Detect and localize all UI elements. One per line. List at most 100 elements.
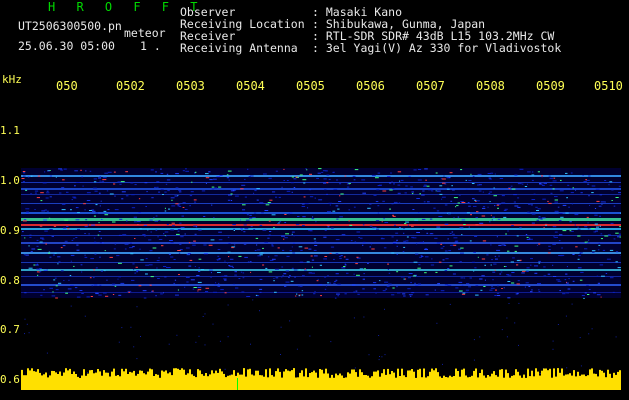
noise-floor-bar (363, 375, 365, 390)
noise-floor-bar (77, 376, 79, 390)
noise-speck (579, 279, 583, 281)
noise-floor-bar (467, 377, 469, 390)
noise-speck (465, 179, 467, 181)
noise-speck (613, 205, 616, 207)
noise-speck (475, 217, 478, 219)
noise-speck (193, 287, 197, 288)
noise-speck (387, 263, 389, 265)
noise-speck (190, 279, 195, 281)
noise-speck (376, 189, 380, 191)
noise-speck (442, 178, 446, 180)
noise-speck (331, 227, 334, 229)
noise-speck (438, 261, 442, 263)
noise-speck (586, 242, 590, 244)
noise-floor-bar (519, 375, 521, 390)
noise-speck (566, 197, 568, 199)
noise-floor-bar (31, 368, 33, 390)
noise-speck (177, 289, 179, 291)
noise-speck (61, 203, 66, 205)
noise-speck (230, 193, 233, 195)
noise-speck (149, 250, 153, 252)
noise-speck (477, 173, 482, 175)
noise-speck (164, 276, 167, 278)
noise-speck (256, 249, 261, 251)
noise-speck (273, 278, 275, 279)
noise-speck (560, 216, 564, 218)
noise-speck (533, 193, 536, 195)
noise-speck (604, 201, 606, 203)
noise-speck (290, 182, 294, 184)
noise-speck (583, 181, 587, 182)
noise-speck (498, 255, 500, 257)
noise-speck (591, 250, 596, 252)
noise-speck (57, 263, 59, 265)
noise-speck (332, 210, 336, 212)
noise-speck (447, 268, 450, 270)
noise-speck (543, 182, 547, 184)
noise-speck (410, 186, 413, 188)
noise-speck (336, 293, 340, 295)
noise-speck (76, 244, 79, 246)
noise-speck (447, 238, 449, 240)
noise-speck (455, 240, 459, 242)
noise-speck (160, 168, 162, 170)
noise-speck (560, 179, 562, 181)
noise-speck (569, 230, 572, 232)
noise-speck (41, 238, 45, 240)
noise-speck (293, 178, 297, 180)
noise-speck (217, 249, 221, 250)
noise-speck (418, 264, 421, 266)
noise-speck (93, 277, 95, 279)
noise-speck (246, 296, 251, 297)
noise-speck (492, 279, 494, 281)
noise-speck (526, 236, 529, 238)
noise-speck (68, 279, 70, 281)
noise-speck (391, 236, 394, 238)
noise-floor-bar (505, 369, 507, 390)
noise-floor-bar (515, 369, 517, 390)
noise-speck (252, 299, 254, 301)
noise-speck (569, 221, 572, 223)
noise-floor-bar (315, 372, 317, 390)
noise-speck (587, 294, 590, 295)
noise-floor-bar (543, 368, 545, 390)
noise-speck (530, 204, 533, 206)
x-tick: 0510 (594, 79, 623, 93)
noise-speck (409, 295, 412, 297)
noise-speck (226, 174, 229, 176)
noise-speck (476, 211, 479, 213)
noise-speck (442, 363, 443, 365)
noise-speck (453, 217, 455, 219)
noise-speck (158, 220, 161, 222)
noise-speck (463, 224, 466, 225)
noise-speck (163, 292, 164, 294)
noise-speck (335, 279, 338, 281)
noise-speck (25, 189, 27, 191)
noise-speck (369, 246, 371, 248)
noise-speck (244, 256, 248, 258)
noise-speck (408, 273, 413, 274)
noise-floor-bar (239, 374, 241, 390)
noise-speck (231, 247, 234, 249)
noise-speck (28, 245, 30, 247)
noise-speck (126, 220, 128, 222)
noise-floor-bar (417, 369, 419, 390)
noise-speck (209, 179, 213, 181)
noise-speck (304, 268, 306, 270)
noise-speck (259, 291, 262, 293)
noise-speck (338, 255, 342, 257)
noise-speck (538, 217, 542, 219)
noise-floor-bar (587, 375, 589, 390)
noise-speck (228, 243, 231, 244)
noise-speck (503, 210, 507, 211)
noise-floor-bar (175, 368, 177, 390)
noise-speck (168, 208, 171, 210)
noise-speck (164, 210, 167, 212)
noise-speck (46, 192, 50, 194)
noise-speck (62, 245, 66, 247)
noise-speck (339, 183, 342, 185)
noise-speck (388, 283, 392, 285)
noise-speck (528, 203, 531, 205)
noise-speck (75, 219, 80, 221)
noise-speck (124, 243, 129, 245)
